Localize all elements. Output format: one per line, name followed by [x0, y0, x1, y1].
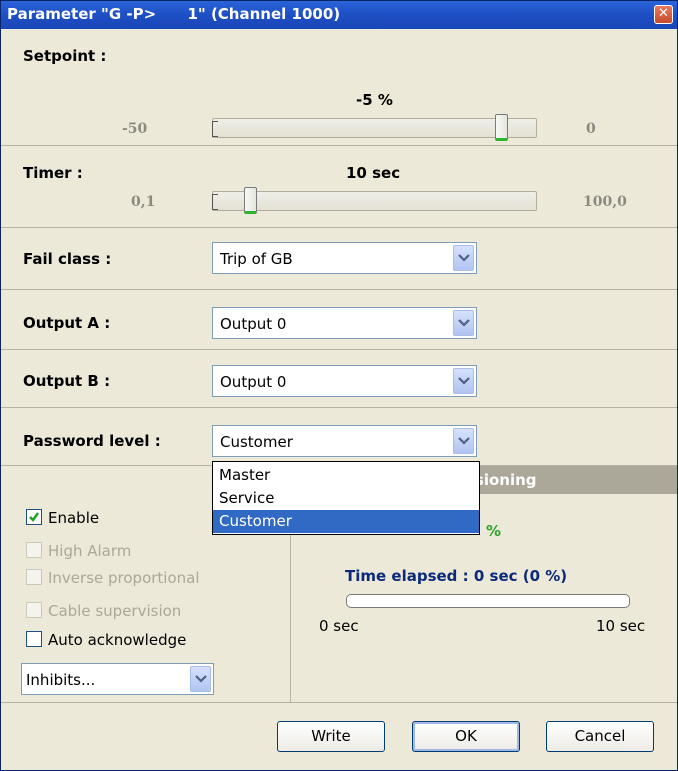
setpoint-label: Setpoint : [23, 47, 107, 65]
setpoint-slider-thumb[interactable] [495, 114, 508, 141]
timer-label: Timer : [23, 164, 83, 182]
fail-class-value: Trip of GB [220, 250, 293, 268]
parameter-dialog: Parameter "G -P> 1" (Channel 1000) ✕ Set… [0, 0, 678, 771]
output-a-value: Output 0 [220, 315, 287, 333]
setpoint-min: -50 [122, 121, 148, 137]
password-level-section: Password level : Customer [1, 408, 677, 466]
password-level-select[interactable]: Customer [212, 425, 477, 457]
output-a-section: Output A : Output 0 [1, 290, 677, 350]
dropdown-option-master[interactable]: Master [213, 464, 479, 487]
timer-max: 100,0 [583, 194, 627, 210]
chevron-down-icon[interactable] [453, 310, 474, 336]
dropdown-option-customer[interactable]: Customer [213, 510, 479, 533]
cable-supervision-checkbox[interactable] [26, 602, 42, 618]
write-button[interactable]: Write [277, 721, 385, 752]
auto-acknowledge-checkbox[interactable] [26, 631, 42, 647]
enable-label: Enable [48, 509, 100, 527]
chevron-down-icon[interactable] [453, 245, 474, 271]
chevron-down-icon[interactable] [453, 368, 474, 394]
enable-checkbox[interactable] [26, 509, 42, 525]
inverse-proportional-checkbox[interactable] [26, 569, 42, 585]
fail-class-select[interactable]: Trip of GB [212, 242, 477, 274]
setpoint-slider-track[interactable] [212, 118, 537, 138]
auto-acknowledge-label: Auto acknowledge [48, 631, 187, 649]
chevron-down-icon[interactable] [453, 428, 474, 454]
timer-slider-thumb[interactable] [244, 187, 257, 214]
dropdown-option-service[interactable]: Service [213, 487, 479, 510]
timer-min: 0,1 [131, 194, 156, 210]
output-a-label: Output A : [23, 314, 111, 332]
inverse-proportional-label: Inverse proportional [48, 569, 200, 587]
actual-value-text: % [486, 522, 502, 540]
cable-supervision-label: Cable supervision [48, 602, 182, 620]
password-level-value: Customer [220, 433, 293, 451]
password-level-label: Password level : [23, 432, 161, 450]
timer-section: Timer : 10 sec 0,1 100,0 [1, 146, 677, 228]
output-b-value: Output 0 [220, 373, 287, 391]
ok-button[interactable]: OK [412, 721, 520, 752]
chevron-down-icon[interactable] [190, 666, 211, 692]
timer-value: 10 sec [346, 164, 401, 182]
fail-class-section: Fail class : Trip of GB [1, 228, 677, 290]
cancel-button[interactable]: Cancel [546, 721, 654, 752]
setpoint-section: Setpoint : -5 % -50 0 [1, 29, 677, 146]
window-title: Parameter "G -P> 1" (Channel 1000) [7, 5, 341, 23]
high-alarm-label: High Alarm [48, 542, 132, 560]
password-level-dropdown: Master Service Customer [212, 461, 480, 535]
fail-class-label: Fail class : [23, 250, 112, 268]
output-a-select[interactable]: Output 0 [212, 307, 477, 339]
title-bar[interactable]: Parameter "G -P> 1" (Channel 1000) ✕ [1, 1, 677, 29]
setpoint-max: 0 [586, 121, 596, 137]
time-elapsed-progress [346, 594, 630, 608]
output-b-select[interactable]: Output 0 [212, 365, 477, 397]
output-b-label: Output B : [23, 372, 111, 390]
inhibits-value: Inhibits... [26, 671, 96, 689]
inhibits-select[interactable]: Inhibits... [21, 663, 214, 695]
close-icon[interactable]: ✕ [654, 5, 673, 24]
time-elapsed-text: Time elapsed : 0 sec (0 %) [345, 567, 568, 585]
setpoint-value: -5 % [356, 91, 393, 109]
progress-end-label: 10 sec [596, 617, 646, 635]
progress-start-label: 0 sec [319, 617, 359, 635]
output-b-section: Output B : Output 0 [1, 350, 677, 408]
high-alarm-checkbox[interactable] [26, 542, 42, 558]
timer-slider-track[interactable] [212, 191, 537, 211]
